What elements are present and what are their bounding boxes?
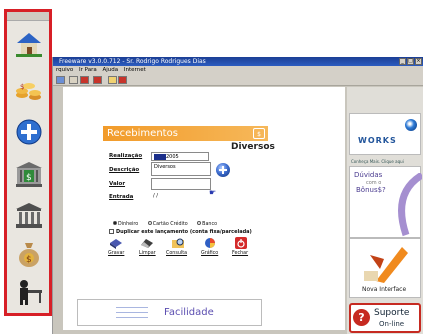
toolbar-help-icon[interactable]	[108, 76, 117, 84]
clear-eraser-icon[interactable]	[140, 237, 154, 249]
bonus-name: Bônus$?	[356, 186, 386, 194]
radio-dinheiro-label: Dinheiro	[118, 221, 139, 227]
pointer-hand-icon: ☛	[209, 188, 217, 197]
entrada-label: Entrada	[109, 194, 134, 200]
toolbar-red-icon[interactable]	[80, 76, 89, 84]
toolbar-stop-icon[interactable]	[93, 76, 102, 84]
valor-field[interactable]	[151, 178, 211, 190]
left-toolbar: $ $ $	[4, 9, 52, 316]
duplicate-checkbox-row[interactable]: Duplicar este lançamento (conta fixa/par…	[109, 229, 252, 235]
facilidade-banner: Facilidade	[77, 299, 262, 326]
payment-option-dinheiro[interactable]: Dinheiro	[113, 221, 139, 227]
entrada-field[interactable]: / /	[151, 192, 203, 201]
payment-options: Dinheiro Cartão Crédito Banco	[113, 221, 225, 227]
descricao-field[interactable]: Diversos	[151, 162, 211, 176]
new-interface-label: Nova Interface	[362, 286, 407, 293]
works-globe-icon	[405, 119, 417, 131]
duplicate-label: Duplicar este lançamento (conta fixa/par…	[116, 229, 252, 235]
right-ad-column: WORKS Conheça Mais. Clique aqui Dúvidas …	[347, 87, 423, 334]
search-folder-icon[interactable]	[171, 237, 185, 249]
power-icon[interactable]	[234, 237, 248, 249]
works-ad[interactable]: WORKS	[349, 113, 421, 155]
ad-caption[interactable]: Conheça Mais. Clique aqui	[351, 159, 404, 164]
window-title: Freeware v3.0.0.712 - Sr. Rodrigo Rodrig…	[59, 58, 206, 65]
bank-icon[interactable]	[14, 200, 44, 230]
support-label: Suporte	[374, 308, 410, 318]
radio-banco[interactable]	[197, 221, 202, 225]
dialog-title: Recebimentos	[107, 128, 178, 139]
toolbar-calendar-icon[interactable]	[56, 76, 65, 84]
svg-text:$: $	[26, 173, 32, 183]
minimize-button[interactable]: _	[399, 58, 406, 65]
page-curl-decoration	[353, 0, 423, 57]
svg-text:$: $	[26, 255, 32, 265]
realizacao-value: 2005	[166, 154, 179, 160]
consult-button[interactable]: Consulta	[166, 251, 187, 256]
descricao-label: Descrição	[109, 167, 140, 173]
banner-text: Facilidade	[164, 307, 214, 318]
online-label: On-line	[379, 320, 405, 328]
duplicate-checkbox[interactable]	[109, 229, 114, 234]
pie-chart-icon[interactable]	[203, 237, 217, 249]
chart-button[interactable]: Gráfico	[201, 251, 218, 256]
menu-internet[interactable]: Internet	[124, 67, 146, 73]
menu-arquivo[interactable]: rquivo	[56, 67, 73, 73]
plus-icon[interactable]	[14, 117, 44, 147]
close-dialog-button[interactable]: Fechar	[232, 251, 248, 256]
close-button[interactable]: ×	[415, 58, 422, 65]
arrow-graphic-icon	[358, 241, 414, 285]
help-question-icon: ?	[353, 309, 370, 326]
banner-lines-icon	[116, 307, 148, 322]
category-heading: Diversos	[231, 142, 275, 152]
bank-dollar-icon[interactable]: $	[14, 159, 44, 189]
menu-ir-para[interactable]: Ir Para	[79, 67, 97, 73]
add-description-icon[interactable]	[216, 163, 230, 177]
app-screenshot: $ $ $ Freeware v3.0.0.712 - Sr. Rodrigo …	[0, 0, 423, 334]
receipts-dialog: Recebimentos $ Diversos Realização 2005 …	[103, 126, 275, 260]
payment-option-cartao[interactable]: Cartão Crédito	[147, 221, 188, 227]
menu-ajuda[interactable]: Ajuda	[103, 67, 119, 73]
toolbar-list-icon[interactable]	[69, 76, 78, 84]
radio-banco-label: Banco	[202, 221, 218, 227]
clear-button[interactable]: Limpar	[139, 251, 156, 256]
realizacao-field[interactable]: 2005	[151, 152, 209, 161]
dialog-button-row: Gravar Limpar Consulta Gráfico Fechar	[107, 237, 267, 259]
bonus-swoosh-icon	[398, 173, 422, 237]
coins-icon[interactable]: $	[14, 75, 44, 105]
save-disk-icon[interactable]	[109, 237, 123, 249]
window-titlebar: Freeware v3.0.0.712 - Sr. Rodrigo Rodrig…	[53, 57, 423, 66]
toolbar-exit-icon[interactable]	[118, 76, 127, 84]
bonus-title: Dúvidas	[354, 171, 383, 179]
toolbar-grip	[7, 12, 49, 21]
save-button[interactable]: Gravar	[108, 251, 124, 256]
works-logo-text: WORKS	[358, 136, 397, 145]
radio-cartao-label: Cartão Crédito	[152, 221, 188, 227]
realizacao-label: Realização	[109, 153, 143, 159]
tool-row	[53, 74, 423, 86]
money-bag-icon[interactable]: $	[14, 239, 44, 269]
person-desk-icon[interactable]	[14, 276, 44, 306]
maximize-button[interactable]: □	[407, 58, 414, 65]
menu-bar: rquivo Ir Para Ajuda Internet	[53, 66, 423, 74]
support-online-button[interactable]: ? Suporte On-line	[349, 303, 421, 333]
svg-text:$: $	[20, 83, 24, 91]
bonus-ad[interactable]: Dúvidas com o Bônus$?	[349, 166, 422, 238]
house-icon[interactable]	[14, 29, 44, 59]
radio-cartao[interactable]	[147, 221, 152, 225]
new-interface-ad[interactable]: Nova Interface	[349, 238, 421, 298]
valor-label: Valor	[109, 181, 126, 187]
dialog-header: Recebimentos $	[103, 126, 268, 141]
payment-option-banco[interactable]: Banco	[197, 221, 218, 227]
dollar-badge-icon: $	[253, 128, 265, 139]
radio-dinheiro[interactable]	[113, 221, 117, 225]
window-controls: _ □ ×	[399, 58, 422, 65]
